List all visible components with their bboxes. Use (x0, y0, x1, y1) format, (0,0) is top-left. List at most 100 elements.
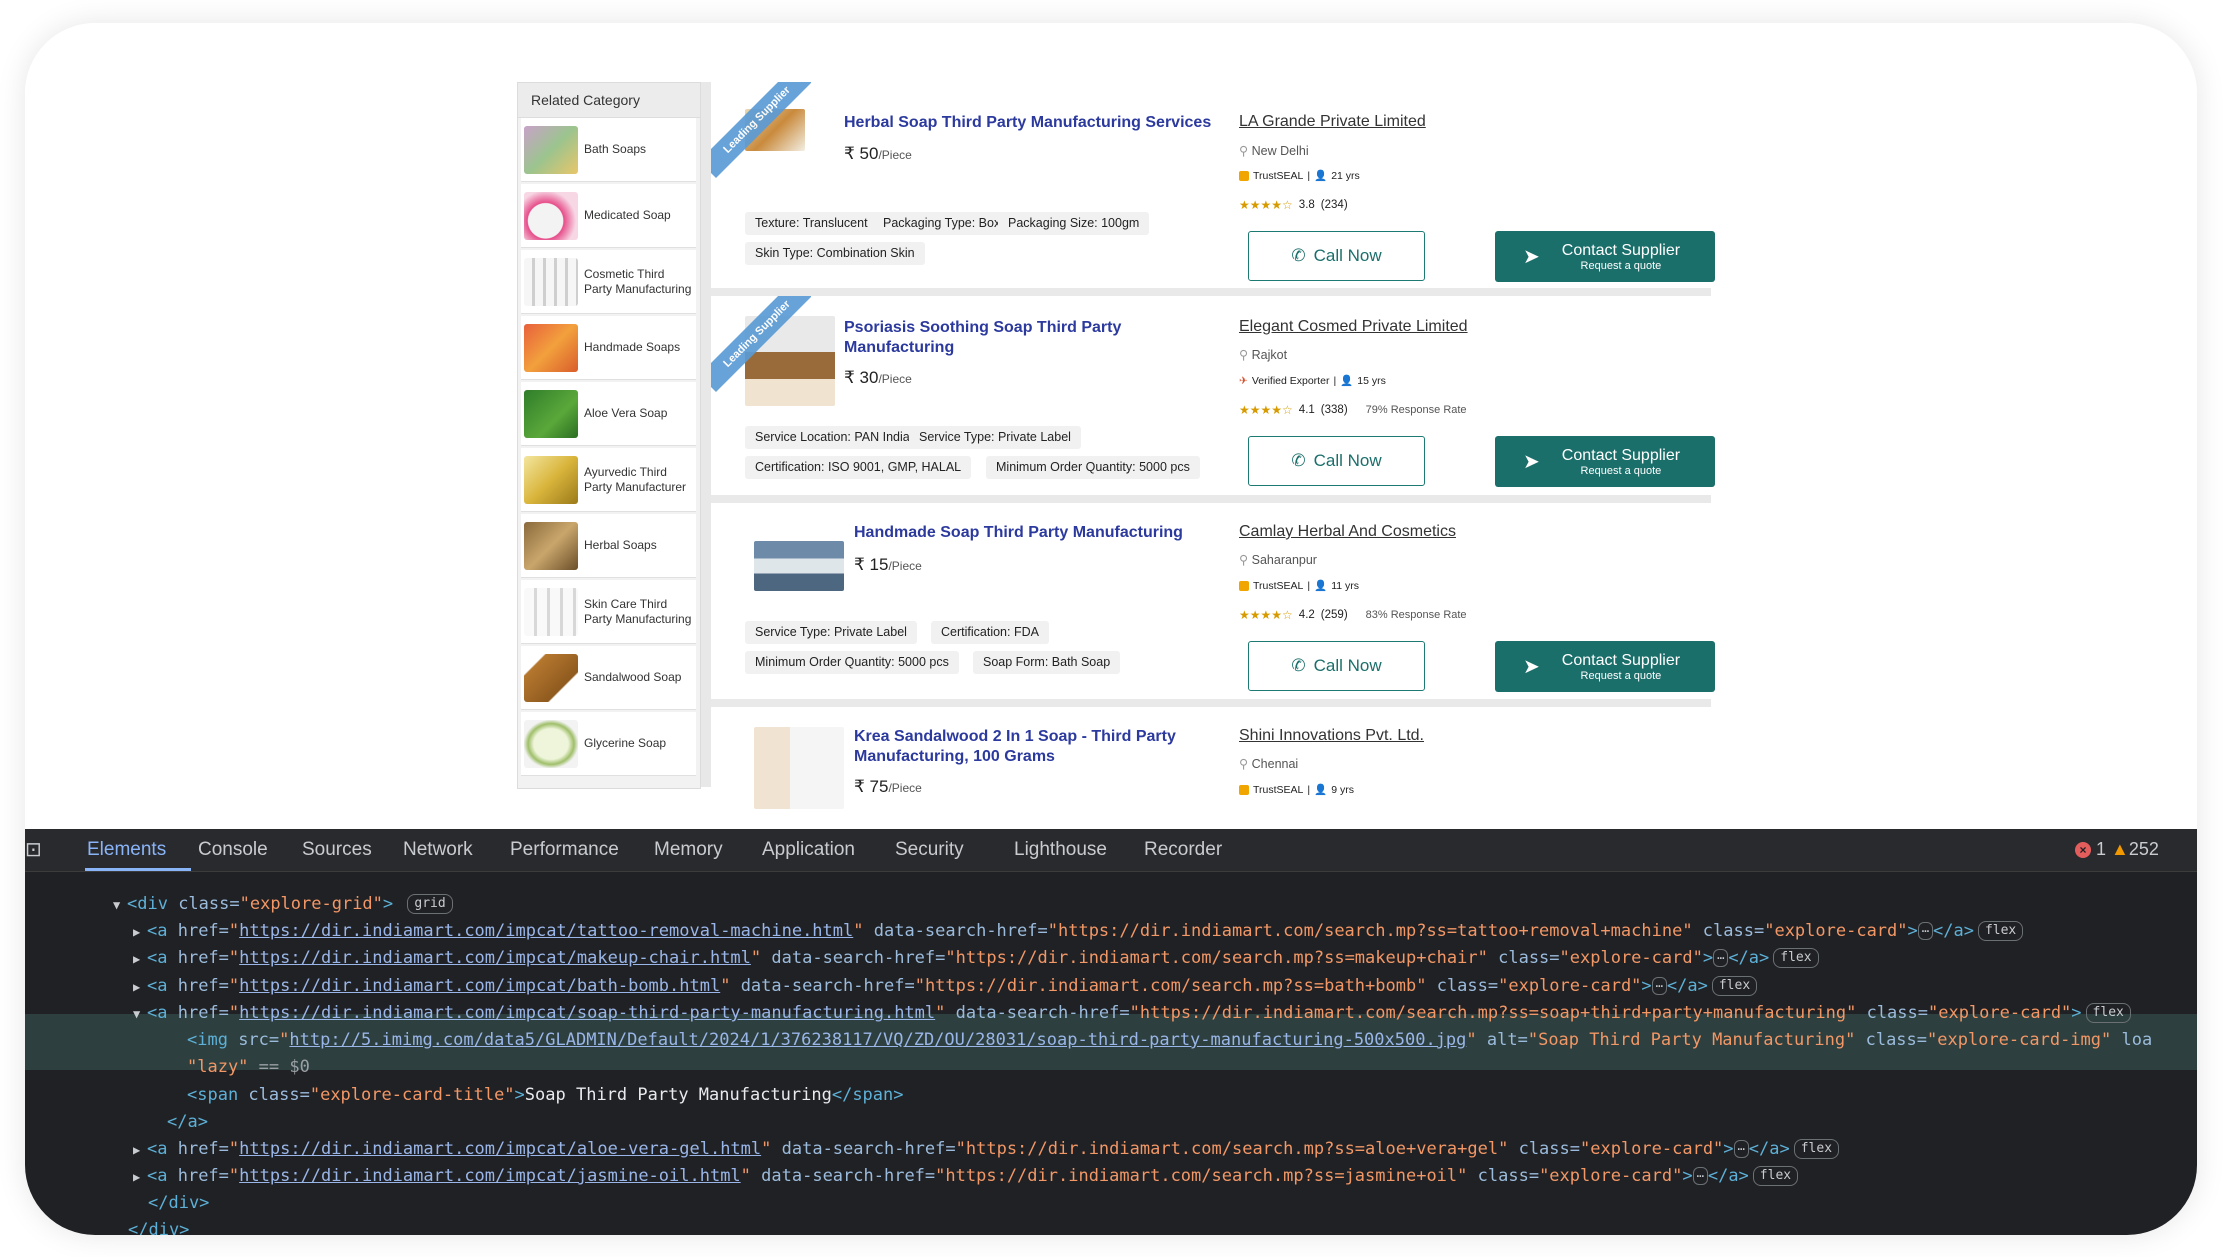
spec-tag: Service Location: PAN India (745, 426, 920, 449)
flex-badge[interactable]: flex (1773, 948, 1819, 968)
product-title[interactable]: Psoriasis Soothing Soap Third Party Manuf… (844, 318, 1121, 358)
dom-node-explore-card[interactable]: ▶ <a href="https://dir.indiamart.com/impc… (133, 1136, 1840, 1163)
sidebar-item-label: Cosmetic Third Party Manufacturing (584, 266, 692, 296)
title-line: Manufacturing (844, 339, 955, 356)
dom-node-a-close[interactable]: </a> (167, 1109, 208, 1136)
cosmetic-image (524, 257, 578, 306)
company-city: ⚲ New Delhi (1239, 143, 1309, 158)
dom-node-img-selected-cont[interactable]: "lazy" == $0 (187, 1054, 310, 1081)
sidebar-item-handmade-soaps[interactable]: Handmade Soaps (521, 316, 696, 380)
issue-counters[interactable]: × 1 ▲252 (2075, 839, 2159, 860)
company-link[interactable]: Elegant Cosmed Private Limited (1239, 318, 1468, 336)
call-now-button[interactable]: ✆ Call Now (1248, 436, 1425, 486)
contact-sublabel: Request a quote (1580, 464, 1662, 477)
product-title[interactable]: Handmade Soap Third Party Manufacturing (854, 523, 1183, 543)
badge-text: TrustSEAL (1253, 169, 1304, 182)
sidebar-item-glycerine-soap[interactable]: Glycerine Soap (521, 712, 696, 776)
flex-badge[interactable]: flex (1977, 921, 2024, 941)
sidebar-item-label: Medicated Soap (584, 208, 671, 222)
title-line: Manufacturing, 100 Grams (854, 748, 1055, 765)
contact-supplier-button[interactable]: ➤ Contact Supplier Request a quote (1495, 231, 1715, 282)
sidebar-item-aloe-vera-soap[interactable]: Aloe Vera Soap (521, 382, 696, 446)
location-pin-icon: ⚲ (1239, 757, 1249, 771)
ellipsis-icon[interactable]: ⋯ (1713, 949, 1729, 967)
flex-badge[interactable]: flex (2085, 1003, 2131, 1023)
tab-sources[interactable]: Sources (302, 829, 372, 871)
spec-tag: Minimum Order Quantity: 5000 pcs (745, 651, 959, 674)
location-pin-icon: ⚲ (1239, 144, 1249, 158)
flex-badge[interactable]: flex (1752, 1166, 1799, 1186)
dom-node-explore-card[interactable]: ▶ <a href="https://dir.indiamart.com/impc… (133, 918, 2024, 945)
person-icon: 👤 (1314, 170, 1328, 182)
dom-node-explore-card-expanded[interactable]: ▼ <a href="https://dir.indiamart.com/impc… (133, 1000, 2131, 1027)
product-title[interactable]: Krea Sandalwood 2 In 1 Soap - Third Part… (854, 727, 1176, 767)
company-link[interactable]: Shini Innovations Pvt. Ltd. (1239, 727, 1424, 745)
response-rate: 79% Response Rate (1365, 404, 1467, 416)
tab-performance[interactable]: Performance (510, 829, 619, 871)
tab-memory[interactable]: Memory (654, 829, 723, 871)
dom-node-explore-card[interactable]: ▶ <a href="https://dir.indiamart.com/impc… (133, 945, 1819, 972)
tab-application[interactable]: Application (762, 829, 855, 871)
sidebar-item-sandalwood-soap[interactable]: Sandalwood Soap (521, 646, 696, 710)
tab-security[interactable]: Security (895, 829, 964, 871)
contact-label: Contact Supplier (1561, 651, 1681, 669)
tab-recorder[interactable]: Recorder (1144, 829, 1222, 871)
contact-supplier-button[interactable]: ➤ Contact Supplier Request a quote (1495, 641, 1715, 692)
product-title[interactable]: Herbal Soap Third Party Manufacturing Se… (844, 113, 1211, 133)
listing-divider (711, 495, 1711, 503)
call-now-button[interactable]: ✆ Call Now (1248, 231, 1425, 281)
ayurvedic-image (524, 455, 578, 504)
contact-supplier-button[interactable]: ➤ Contact Supplier Request a quote (1495, 436, 1715, 487)
ellipsis-icon[interactable]: ⋯ (1651, 977, 1667, 995)
grid-badge[interactable]: grid (407, 894, 453, 914)
sidebar-item-bath-soaps[interactable]: Bath Soaps (521, 118, 696, 182)
call-label: Call Now (1313, 246, 1382, 265)
listing-divider (711, 288, 1711, 296)
dom-node-explore-card[interactable]: ▶ <a href="https://dir.indiamart.com/impc… (133, 973, 1758, 1000)
phone-icon: ✆ (1291, 656, 1306, 675)
rating-count: (259) (1320, 609, 1348, 621)
sidebar-item-ayurvedic[interactable]: Ayurvedic Third Party Manufacturer (521, 448, 696, 512)
dom-node-div-close[interactable]: </div> (148, 1190, 209, 1217)
ellipsis-icon[interactable]: ⋯ (1917, 922, 1933, 940)
rating-count: (338) (1320, 404, 1348, 416)
flex-badge[interactable]: flex (1711, 976, 1758, 996)
price-value: ₹ 75 (854, 777, 889, 796)
product-image[interactable] (754, 541, 844, 591)
sidebar-item-herbal-soaps[interactable]: Herbal Soaps (521, 514, 696, 578)
company-link[interactable]: Camlay Herbal And Cosmetics (1239, 523, 1456, 541)
call-now-button[interactable]: ✆ Call Now (1248, 641, 1425, 691)
price-unit: /Piece (888, 559, 922, 573)
sidebar-scrollbar[interactable] (701, 82, 711, 787)
dom-node-explore-card[interactable]: ▶ <a href="https://dir.indiamart.com/impc… (133, 1163, 1799, 1190)
company-link[interactable]: LA Grande Private Limited (1239, 113, 1426, 131)
tab-network[interactable]: Network (403, 829, 473, 871)
price-value: ₹ 50 (844, 144, 879, 163)
tab-elements[interactable]: Elements (87, 829, 166, 871)
dom-node-span-title[interactable]: <span class="explore-card-title">Soap Th… (187, 1082, 904, 1109)
trustseal-icon (1239, 580, 1249, 591)
tab-console[interactable]: Console (198, 829, 268, 871)
sidebar-item-medicated-soap[interactable]: Medicated Soap (521, 184, 696, 248)
dom-node-div-close[interactable]: </div> (128, 1217, 189, 1235)
sidebar-item-skin-care[interactable]: Skin Care Third Party Manufacturing (521, 580, 696, 644)
company-city: ⚲ Chennai (1239, 756, 1298, 771)
ellipsis-icon[interactable]: ⋯ (1692, 1167, 1708, 1185)
city-text: Rajkot (1251, 348, 1288, 362)
dom-node-explore-grid[interactable]: ▼ <div class="explore-grid"> grid (113, 891, 453, 918)
rating-value: 4.1 (1298, 404, 1315, 416)
rating: ★★★★☆ 4.2 (259) 83% Response Rate (1239, 608, 1467, 622)
contact-label: Contact Supplier (1561, 241, 1681, 259)
product-image[interactable] (754, 727, 844, 809)
warning-icon: ▲ (2111, 839, 2129, 859)
flex-badge[interactable]: flex (1793, 1139, 1840, 1159)
ellipsis-icon[interactable]: ⋯ (1733, 1140, 1749, 1158)
supplier-meta: TrustSEAL | 👤 11 yrs (1239, 579, 1359, 592)
tab-lighthouse[interactable]: Lighthouse (1014, 829, 1107, 871)
device-toggle-icon[interactable]: ⊡ (25, 829, 51, 871)
location-pin-icon: ⚲ (1239, 348, 1249, 362)
dom-node-img-selected[interactable]: <img src="http://5.imimg.com/data5/GLADM… (187, 1027, 2152, 1054)
handmade-soaps-image (524, 323, 578, 372)
sidebar-item-label: Handmade Soaps (584, 340, 681, 354)
sidebar-item-cosmetic[interactable]: Cosmetic Third Party Manufacturing (521, 250, 696, 314)
